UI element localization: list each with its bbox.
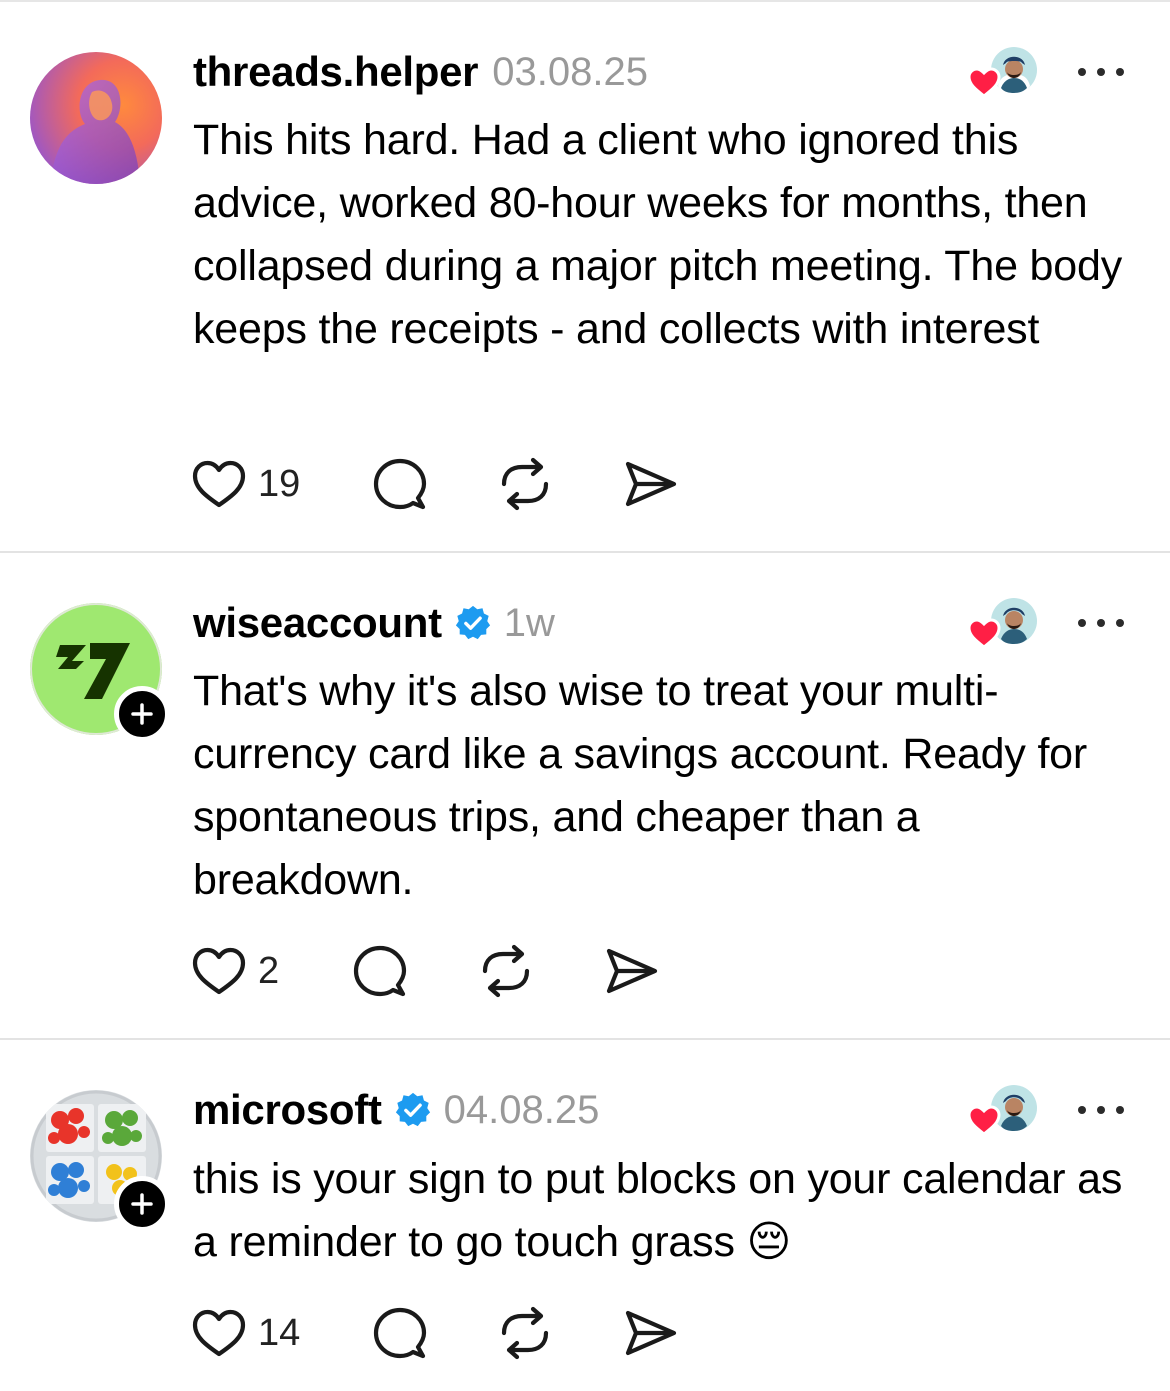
repost-button[interactable] — [496, 456, 554, 512]
username[interactable]: wiseaccount — [193, 599, 442, 647]
more-dots-icon — [1078, 619, 1086, 627]
timestamp: 1w — [503, 600, 555, 645]
username[interactable]: threads.helper — [193, 48, 479, 96]
username[interactable]: microsoft — [193, 1086, 382, 1134]
reply-button[interactable] — [372, 456, 428, 512]
like-button[interactable]: 2 — [190, 943, 279, 999]
heart-outline-icon — [192, 947, 246, 995]
reply-button[interactable] — [372, 1305, 428, 1361]
more-dot — [1116, 619, 1124, 627]
plus-icon — [131, 703, 153, 725]
post-divider — [0, 551, 1170, 553]
more-dot — [1116, 1106, 1124, 1114]
follow-plus-button[interactable] — [114, 686, 170, 742]
top-divider — [0, 0, 1170, 2]
liked-by-avatar-icon — [967, 598, 1037, 649]
like-count: 14 — [258, 1311, 301, 1354]
liked-by-avatar-icon — [967, 1085, 1037, 1136]
post-divider — [0, 1038, 1170, 1040]
liked-by-indicator[interactable] — [966, 595, 1040, 651]
liked-by-indicator[interactable] — [966, 44, 1040, 100]
heart-outline-icon — [192, 1309, 246, 1357]
repost-icon — [501, 1306, 549, 1360]
like-button[interactable]: 19 — [190, 456, 300, 512]
share-button[interactable] — [622, 456, 680, 512]
avatar-photo — [30, 52, 162, 184]
timestamp: 04.08.25 — [443, 1087, 600, 1132]
speech-bubble-icon — [373, 1307, 427, 1359]
share-button[interactable] — [603, 943, 661, 999]
repost-icon — [482, 944, 530, 998]
verified-badge-icon — [454, 604, 492, 642]
reply-button[interactable] — [352, 943, 408, 999]
speech-bubble-icon — [373, 458, 427, 510]
liked-by-avatar-icon — [967, 47, 1037, 98]
more-dot — [1097, 68, 1105, 76]
more-options-button[interactable] — [1078, 1098, 1124, 1122]
follow-plus-button[interactable] — [114, 1176, 170, 1232]
post-header: microsoft 04.08.25 — [193, 1085, 599, 1135]
repost-button[interactable] — [496, 1305, 554, 1361]
like-count: 2 — [258, 949, 280, 992]
liked-by-indicator[interactable] — [966, 1082, 1040, 1138]
send-icon — [625, 1310, 677, 1356]
repost-icon — [501, 457, 549, 511]
post-header: threads.helper 03.08.25 — [193, 47, 648, 97]
share-button[interactable] — [622, 1305, 680, 1361]
more-options-button[interactable] — [1078, 60, 1124, 84]
post-text: That's why it's also wise to treat your … — [193, 667, 1088, 904]
post-text: This hits hard. Had a client who ignored… — [193, 116, 1122, 353]
post-text: this is your sign to put blocks on your … — [193, 1155, 1123, 1266]
more-dots-icon — [1078, 68, 1086, 76]
send-icon — [625, 461, 677, 507]
speech-bubble-icon — [353, 945, 407, 997]
more-dot — [1097, 619, 1105, 627]
plus-icon — [131, 1193, 153, 1215]
more-dots-icon — [1078, 1106, 1086, 1114]
more-dot — [1116, 68, 1124, 76]
verified-badge-icon — [394, 1091, 432, 1129]
more-dot — [1097, 1106, 1105, 1114]
post-header: wiseaccount 1w — [193, 598, 555, 648]
heart-outline-icon — [192, 460, 246, 508]
more-options-button[interactable] — [1078, 611, 1124, 635]
repost-button[interactable] — [477, 943, 535, 999]
send-icon — [606, 948, 658, 994]
avatar[interactable] — [30, 52, 162, 184]
like-button[interactable]: 14 — [190, 1305, 300, 1361]
timestamp: 03.08.25 — [492, 49, 648, 94]
like-count: 19 — [258, 462, 301, 505]
